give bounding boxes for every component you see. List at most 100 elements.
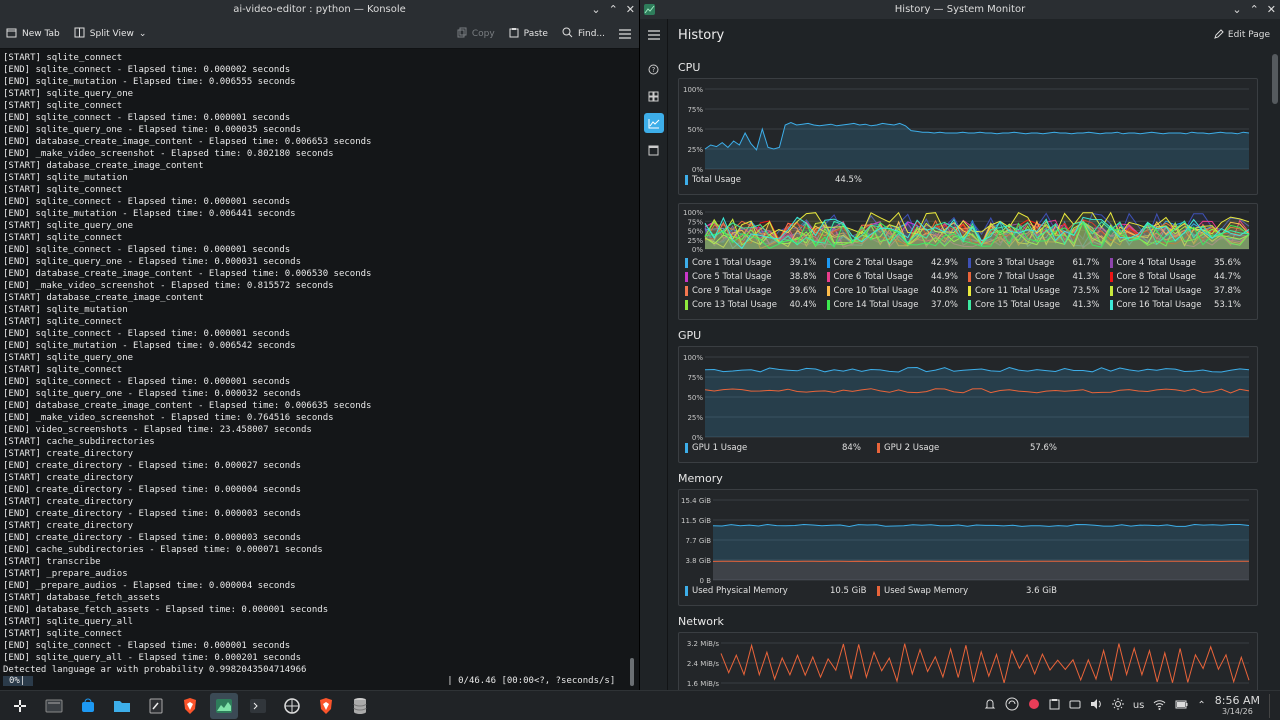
legend-swatch (968, 286, 971, 296)
terminal-line: [END] sqlite_connect - Elapsed time: 0.0… (3, 377, 291, 387)
memory-section-title: Memory (678, 472, 723, 485)
volume-icon[interactable] (1090, 698, 1103, 713)
maximize-icon[interactable]: ⌃ (609, 3, 618, 16)
core-legend-item: Core 15 Total Usage 41.3% (968, 300, 1110, 310)
core-legend-item: Core 9 Total Usage 39.6% (685, 286, 827, 296)
sysmon-sidebar: ? (640, 19, 668, 690)
network-section-title: Network (678, 615, 724, 628)
terminal-icon[interactable] (40, 693, 68, 719)
applications-icon[interactable] (644, 140, 664, 160)
legend-swatch (826, 272, 830, 282)
terminal-line: [END] create_directory - Elapsed time: 0… (3, 485, 302, 495)
core-legend-item: Core 2 Total Usage 42.9% (826, 258, 969, 268)
show-desktop-button[interactable] (1269, 693, 1272, 718)
sysmon-titlebar[interactable]: History — System Monitor ⌄ ⌃ ✕ (640, 0, 1280, 19)
core-value: 42.9% (930, 258, 958, 268)
text-editor-icon[interactable] (142, 693, 170, 719)
record-icon[interactable] (1028, 698, 1040, 713)
files-icon[interactable] (108, 693, 136, 719)
cpu-cores-chart: 100%75% 50%25%0% (683, 209, 1250, 254)
core-label: Core 8 Total Usage (1116, 272, 1197, 282)
history-icon[interactable] (643, 113, 664, 133)
terminal-line: [END] sqlite_connect - Elapsed time: 0.0… (3, 641, 291, 651)
window-title: History — System Monitor (894, 4, 1026, 15)
help-icon[interactable]: ? (644, 59, 664, 79)
battery-icon[interactable] (1175, 700, 1188, 712)
core-label: Core 1 Total Usage (692, 258, 772, 268)
legend-swatch (685, 300, 688, 310)
terminal-line: [START] sqlite_connect (3, 233, 123, 243)
legend-swatch (826, 258, 830, 268)
terminal-line: [END] _make_video_screenshot - Elapsed t… (3, 281, 334, 291)
core-value: 44.7% (1213, 272, 1241, 282)
wifi-icon[interactable] (1153, 699, 1166, 713)
find-button[interactable]: Find... (562, 27, 605, 41)
store-icon[interactable] (74, 693, 102, 719)
brave-icon[interactable] (176, 693, 204, 719)
terminal-scrollbar[interactable] (628, 50, 636, 690)
terminal-line: [END] database_create_image_content - El… (3, 137, 372, 147)
y-tick-label: 11.5 GiB (681, 517, 711, 525)
core-value: 61.7% (1072, 258, 1100, 268)
core-label: Core 3 Total Usage (975, 258, 1055, 268)
core-label: Core 12 Total Usage (1116, 286, 1202, 296)
application-launcher-icon[interactable] (6, 693, 34, 719)
hamburger-menu-icon[interactable] (644, 25, 664, 45)
y-tick-label: 3.8 GiB (685, 557, 711, 565)
clipboard-icon[interactable] (1049, 698, 1060, 713)
console-icon[interactable] (244, 693, 272, 719)
core-value: 37.8% (1213, 286, 1241, 296)
network-chart: 3.2 MiB/s 2.4 MiB/s 1.6 MiB/s (687, 640, 1250, 688)
brightness-icon[interactable] (1111, 698, 1124, 713)
core-value: 40.4% (789, 300, 817, 310)
storage-icon[interactable] (1069, 698, 1081, 713)
terminal-line: [START] transcribe (3, 557, 101, 567)
app-icon[interactable] (278, 693, 306, 719)
brave-icon[interactable] (312, 693, 340, 719)
page-scrollbar[interactable] (1272, 54, 1278, 104)
database-icon[interactable] (346, 693, 374, 719)
legend-swatch (1109, 286, 1113, 296)
terminal-line: [START] create_directory (3, 473, 134, 483)
terminal-output[interactable]: [START] sqlite_connect [END] sqlite_conne… (0, 50, 626, 690)
minimize-icon[interactable]: ⌄ (591, 3, 600, 16)
gpu-legend: GPU 1 Usage 84% GPU 2 Usage 57.6% (679, 443, 1257, 453)
terminal-line: [END] sqlite_connect - Elapsed time: 0.0… (3, 197, 291, 207)
y-tick-label: 50% (687, 394, 703, 402)
terminal-line: [START] create_directory (3, 497, 134, 507)
y-tick-label: 50% (687, 126, 703, 134)
overview-icon[interactable] (644, 86, 664, 106)
core-label: Core 7 Total Usage (975, 272, 1055, 282)
network-card: 3.2 MiB/s 2.4 MiB/s 1.6 MiB/s (678, 632, 1258, 690)
core-value: 39.6% (789, 286, 817, 296)
sync-icon[interactable] (1005, 697, 1019, 714)
y-tick-label: 75% (687, 374, 703, 382)
copy-button[interactable]: Copy (457, 27, 495, 41)
close-icon[interactable]: ✕ (1267, 3, 1276, 16)
keyboard-layout-indicator[interactable]: us (1133, 700, 1145, 711)
clock[interactable]: 8:56 AM 3/14/26 (1215, 695, 1260, 717)
system-monitor-icon[interactable] (210, 692, 238, 719)
edit-page-button[interactable]: Edit Page (1214, 28, 1270, 42)
expand-tray-icon[interactable]: ⌃ (1197, 700, 1205, 711)
terminal-line: [END] sqlite_mutation - Elapsed time: 0.… (3, 341, 296, 351)
scrollbar-thumb[interactable] (630, 658, 634, 686)
y-tick-label: 25% (687, 414, 703, 422)
core-legend-item: Core 8 Total Usage 44.7% (1109, 272, 1252, 282)
hamburger-menu-icon[interactable] (619, 28, 631, 39)
split-view-button[interactable]: Split View ⌄ (74, 27, 146, 41)
notification-bell-icon[interactable] (984, 698, 996, 713)
konsole-titlebar[interactable]: ai-video-editor : python — Konsole ⌄ ⌃ ✕ (0, 0, 639, 19)
new-tab-button[interactable]: New Tab (6, 27, 60, 41)
maximize-icon[interactable]: ⌃ (1250, 3, 1259, 16)
terminal-line: [START] create_directory (3, 521, 134, 531)
core-value: 41.3% (1072, 272, 1100, 282)
paste-button[interactable]: Paste (509, 27, 548, 41)
terminal-line: [END] sqlite_connect - Elapsed time: 0.0… (3, 329, 291, 339)
svg-text:?: ? (652, 66, 656, 74)
close-icon[interactable]: ✕ (626, 3, 635, 16)
minimize-icon[interactable]: ⌄ (1232, 3, 1241, 16)
legend-swatch (826, 286, 830, 296)
terminal-line: [START] sqlite_connect (3, 629, 123, 639)
core-label: Core 10 Total Usage (833, 286, 919, 296)
